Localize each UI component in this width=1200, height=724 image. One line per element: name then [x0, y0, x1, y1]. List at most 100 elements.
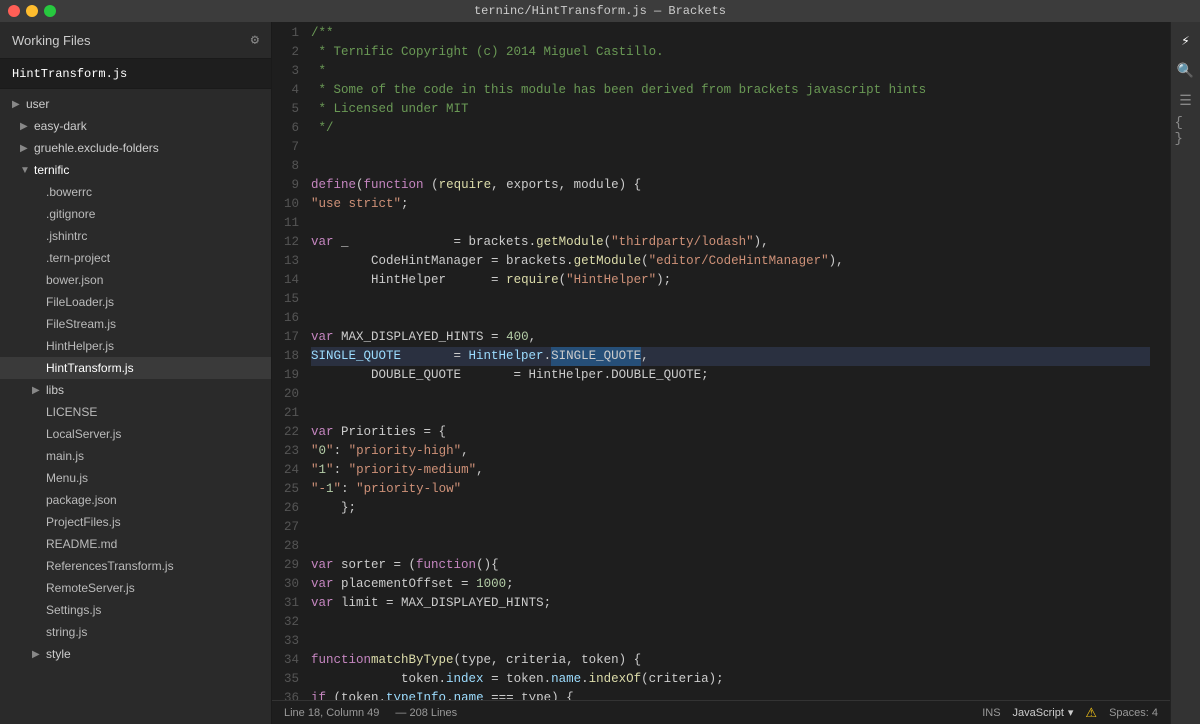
- tree-item-settings[interactable]: Settings.js: [0, 599, 271, 621]
- tree-label-hinthelper: HintHelper.js: [46, 339, 114, 353]
- line-numbers: 1234567891011121314151617181920212223242…: [272, 22, 311, 700]
- tree-item-libs[interactable]: ▶ libs: [0, 379, 271, 401]
- tree-item-string[interactable]: string.js: [0, 621, 271, 643]
- tree-item-bowerrc[interactable]: .bowerrc: [0, 181, 271, 203]
- code-line-19: DOUBLE_QUOTE = HintHelper.DOUBLE_QUOTE;: [311, 366, 1150, 385]
- line-num-19: 19: [284, 366, 299, 385]
- code-area[interactable]: 1234567891011121314151617181920212223242…: [272, 22, 1170, 700]
- sidebar-header: Working Files ⚙: [0, 22, 271, 59]
- line-num-25: 25: [284, 480, 299, 499]
- line-num-4: 4: [284, 81, 299, 100]
- tree-item-easy-dark[interactable]: ▶ easy-dark: [0, 115, 271, 137]
- active-file-tab[interactable]: HintTransform.js: [0, 59, 271, 89]
- tree-item-jshintrc[interactable]: .jshintrc: [0, 225, 271, 247]
- code-line-17: var MAX_DISPLAYED_HINTS = 400,: [311, 328, 1150, 347]
- brackets-logo[interactable]: { }: [1175, 120, 1197, 142]
- code-line-33: [311, 632, 1150, 651]
- tree-label-readme: README.md: [46, 537, 117, 551]
- line-num-12: 12: [284, 233, 299, 252]
- code-line-29: var sorter = (function(){: [311, 556, 1150, 575]
- code-line-27: [311, 518, 1150, 537]
- maximize-button[interactable]: [44, 5, 56, 17]
- code-line-8: [311, 157, 1150, 176]
- code-line-26: };: [311, 499, 1150, 518]
- list-button[interactable]: ☰: [1175, 90, 1197, 112]
- code-content[interactable]: /** * Ternific Copyright (c) 2014 Miguel…: [311, 22, 1170, 700]
- tree-label-bowerrc: .bowerrc: [46, 185, 92, 199]
- tree-label-localserver: LocalServer.js: [46, 427, 121, 441]
- tree-item-localserver[interactable]: LocalServer.js: [0, 423, 271, 445]
- search-button[interactable]: 🔍: [1175, 60, 1197, 82]
- language-selector[interactable]: JavaScript ▾: [1013, 706, 1074, 719]
- minimize-button[interactable]: [26, 5, 38, 17]
- tree-item-gitignore[interactable]: .gitignore: [0, 203, 271, 225]
- tree-label-ternific: ternific: [34, 163, 69, 177]
- tree-item-package[interactable]: package.json: [0, 489, 271, 511]
- code-line-11: [311, 214, 1150, 233]
- tree-label-package: package.json: [46, 493, 117, 507]
- close-button[interactable]: [8, 5, 20, 17]
- line-num-15: 15: [284, 290, 299, 309]
- tree-label-easy-dark: easy-dark: [34, 119, 87, 133]
- tree-label-user: user: [26, 97, 49, 111]
- tree-arrow-gruehle.exclude-folders: ▶: [20, 143, 30, 154]
- status-right: INS JavaScript ▾ ⚠ Spaces: 4: [982, 705, 1158, 721]
- line-num-29: 29: [284, 556, 299, 575]
- line-num-24: 24: [284, 461, 299, 480]
- line-num-21: 21: [284, 404, 299, 423]
- tree-item-referencestransform[interactable]: ReferencesTransform.js: [0, 555, 271, 577]
- tree-item-license[interactable]: LICENSE: [0, 401, 271, 423]
- line-num-8: 8: [284, 157, 299, 176]
- tree-item-gruehle.exclude-folders[interactable]: ▶ gruehle.exclude-folders: [0, 137, 271, 159]
- code-line-28: [311, 537, 1150, 556]
- tree-item-menu[interactable]: Menu.js: [0, 467, 271, 489]
- line-num-27: 27: [284, 518, 299, 537]
- code-line-36: if (token.typeInfo.name === type) {: [311, 689, 1150, 700]
- line-num-32: 32: [284, 613, 299, 632]
- code-line-3: *: [311, 62, 1150, 81]
- main-layout: Working Files ⚙ HintTransform.js ▶ user▶…: [0, 22, 1200, 724]
- tree-item-main[interactable]: main.js: [0, 445, 271, 467]
- titlebar: terninc/HintTransform.js — Brackets: [0, 0, 1200, 22]
- line-num-6: 6: [284, 119, 299, 138]
- code-line-7: [311, 138, 1150, 157]
- tree-item-fileloader[interactable]: FileLoader.js: [0, 291, 271, 313]
- sidebar: Working Files ⚙ HintTransform.js ▶ user▶…: [0, 22, 272, 724]
- tree-item-projectfiles[interactable]: ProjectFiles.js: [0, 511, 271, 533]
- code-line-25: "-1": "priority-low": [311, 480, 1150, 499]
- tree-item-user[interactable]: ▶ user: [0, 93, 271, 115]
- line-num-30: 30: [284, 575, 299, 594]
- tree-item-remoteserver[interactable]: RemoteServer.js: [0, 577, 271, 599]
- code-line-6: */: [311, 119, 1150, 138]
- gear-icon[interactable]: ⚙: [251, 32, 259, 49]
- tree-label-main: main.js: [46, 449, 84, 463]
- line-num-3: 3: [284, 62, 299, 81]
- line-num-22: 22: [284, 423, 299, 442]
- tree-label-menu: Menu.js: [46, 471, 88, 485]
- tree-label-gruehle.exclude-folders: gruehle.exclude-folders: [34, 141, 159, 155]
- tree-label-jshintrc: .jshintrc: [46, 229, 87, 243]
- tree-item-bower-json[interactable]: bower.json: [0, 269, 271, 291]
- line-num-2: 2: [284, 43, 299, 62]
- line-num-26: 26: [284, 499, 299, 518]
- tree-item-readme[interactable]: README.md: [0, 533, 271, 555]
- tree-item-ternific[interactable]: ▼ ternific: [0, 159, 271, 181]
- tree-label-settings: Settings.js: [46, 603, 101, 617]
- code-line-16: [311, 309, 1150, 328]
- line-num-1: 1: [284, 24, 299, 43]
- tree-item-hinthelper[interactable]: HintHelper.js: [0, 335, 271, 357]
- code-line-18: SINGLE_QUOTE = HintHelper.SINGLE_QUOTE,: [311, 347, 1150, 366]
- window-controls[interactable]: [8, 5, 56, 17]
- line-num-11: 11: [284, 214, 299, 233]
- code-line-20: [311, 385, 1150, 404]
- live-preview-button[interactable]: ⚡: [1175, 30, 1197, 52]
- tree-item-hinttransform[interactable]: HintTransform.js: [0, 357, 271, 379]
- window-title: terninc/HintTransform.js — Brackets: [474, 4, 726, 18]
- code-line-5: * Licensed under MIT: [311, 100, 1150, 119]
- status-bar: Line 18, Column 49 — 208 Lines INS JavaS…: [272, 700, 1170, 724]
- line-count-status: — 208 Lines: [395, 707, 457, 719]
- tree-item-tern-project[interactable]: .tern-project: [0, 247, 271, 269]
- tree-label-gitignore: .gitignore: [46, 207, 95, 221]
- tree-item-style[interactable]: ▶ style: [0, 643, 271, 665]
- tree-item-filestream[interactable]: FileStream.js: [0, 313, 271, 335]
